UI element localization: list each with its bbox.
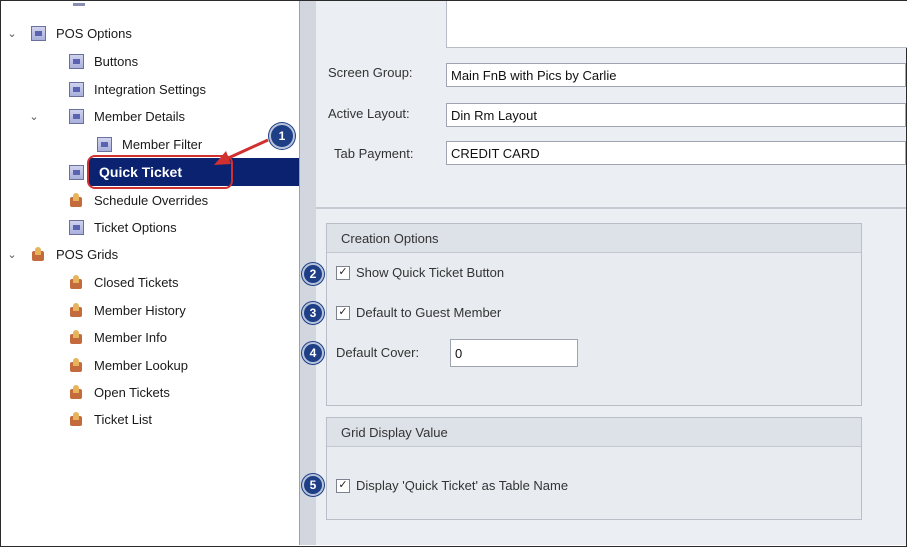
arrow-head [214,151,231,165]
callout-arrow [214,138,269,165]
step-marker-2: 2 [302,263,324,285]
step-marker-5: 5 [302,474,324,496]
step-marker-1: 1 [269,123,295,149]
step-marker-4: 4 [302,342,324,364]
arrow-line [223,138,269,162]
step-marker-3: 3 [302,302,324,324]
